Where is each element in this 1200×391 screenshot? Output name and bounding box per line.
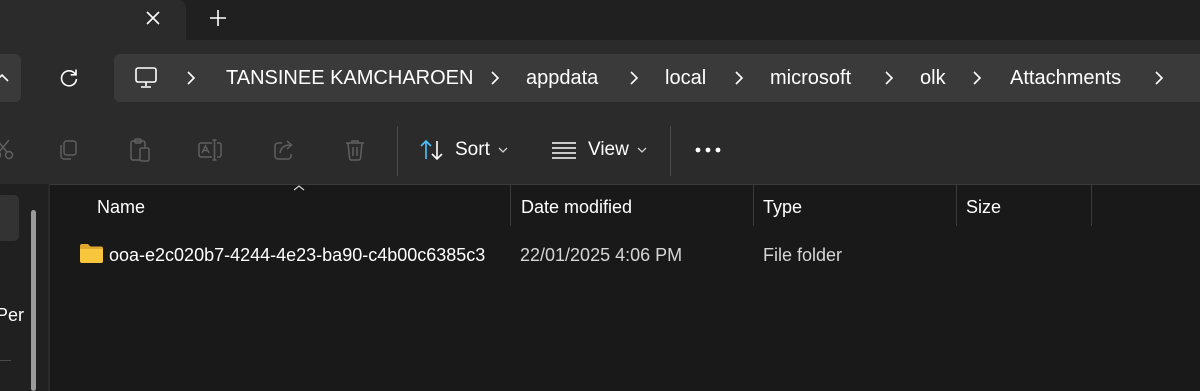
command-divider	[397, 126, 398, 176]
breadcrumb-appdata[interactable]: appdata	[526, 54, 598, 102]
breadcrumb-user[interactable]: TANSINEE KAMCHAROEN	[226, 54, 473, 102]
nav-divider	[0, 360, 11, 361]
paste-icon[interactable]	[123, 132, 157, 168]
chevron-right-icon	[627, 54, 641, 102]
breadcrumb-local[interactable]: local	[665, 54, 706, 102]
view-button[interactable]: View	[550, 132, 647, 168]
more-icon[interactable]	[690, 132, 726, 168]
sort-icon	[419, 138, 445, 162]
file-type: File folder	[763, 245, 843, 265]
column-divider[interactable]	[510, 184, 511, 226]
column-header-date-modified[interactable]: Date modified	[521, 190, 632, 224]
chevron-up-icon	[0, 54, 12, 102]
column-divider[interactable]	[956, 184, 957, 226]
chevron-right-icon	[882, 54, 896, 102]
chevron-right-icon[interactable]	[1152, 54, 1166, 102]
command-divider	[670, 126, 671, 176]
column-header-type[interactable]: Type	[763, 190, 802, 224]
header-divider	[50, 184, 1200, 185]
plus-icon[interactable]	[200, 0, 236, 36]
chevron-right-icon	[732, 54, 746, 102]
view-icon	[550, 140, 578, 160]
column-divider[interactable]	[753, 184, 754, 226]
breadcrumb-attachments[interactable]: Attachments	[1010, 54, 1121, 102]
nav-item-partial[interactable]: Perso	[0, 300, 24, 330]
file-name[interactable]: ooa-e2c020b7-4244-4e23-ba90-c4b00c6385c3	[109, 232, 485, 278]
column-header-name[interactable]: Name	[97, 190, 145, 224]
chevron-down-icon	[498, 147, 508, 154]
nav-item-selected[interactable]	[0, 195, 19, 241]
chevron-right-icon	[488, 54, 502, 102]
refresh-icon[interactable]	[52, 60, 86, 96]
sort-ascending-icon	[293, 185, 305, 191]
share-icon[interactable]	[267, 132, 301, 168]
close-icon[interactable]	[135, 0, 171, 36]
cut-icon[interactable]	[0, 132, 20, 168]
view-label: View	[588, 139, 629, 160]
column-divider[interactable]	[1091, 184, 1092, 226]
pane-splitter[interactable]	[48, 184, 50, 391]
folder-icon	[80, 244, 103, 263]
sort-label: Sort	[455, 139, 490, 160]
breadcrumb-olk[interactable]: olk	[920, 54, 946, 102]
delete-icon[interactable]	[338, 132, 372, 168]
chevron-right-icon	[970, 54, 984, 102]
copy-icon[interactable]	[51, 132, 85, 168]
column-header-size[interactable]: Size	[966, 190, 1001, 224]
file-date-modified: 22/01/2025 4:06 PM	[520, 245, 683, 265]
nav-item-label: Perso	[0, 305, 24, 325]
computer-icon[interactable]	[132, 64, 160, 92]
rename-icon[interactable]	[193, 132, 227, 168]
chevron-down-icon	[637, 147, 647, 154]
chevron-right-icon	[184, 54, 198, 102]
breadcrumb-microsoft[interactable]: microsoft	[770, 54, 851, 102]
scrollbar-thumb[interactable]	[31, 210, 36, 391]
sort-button[interactable]: Sort	[419, 132, 508, 168]
